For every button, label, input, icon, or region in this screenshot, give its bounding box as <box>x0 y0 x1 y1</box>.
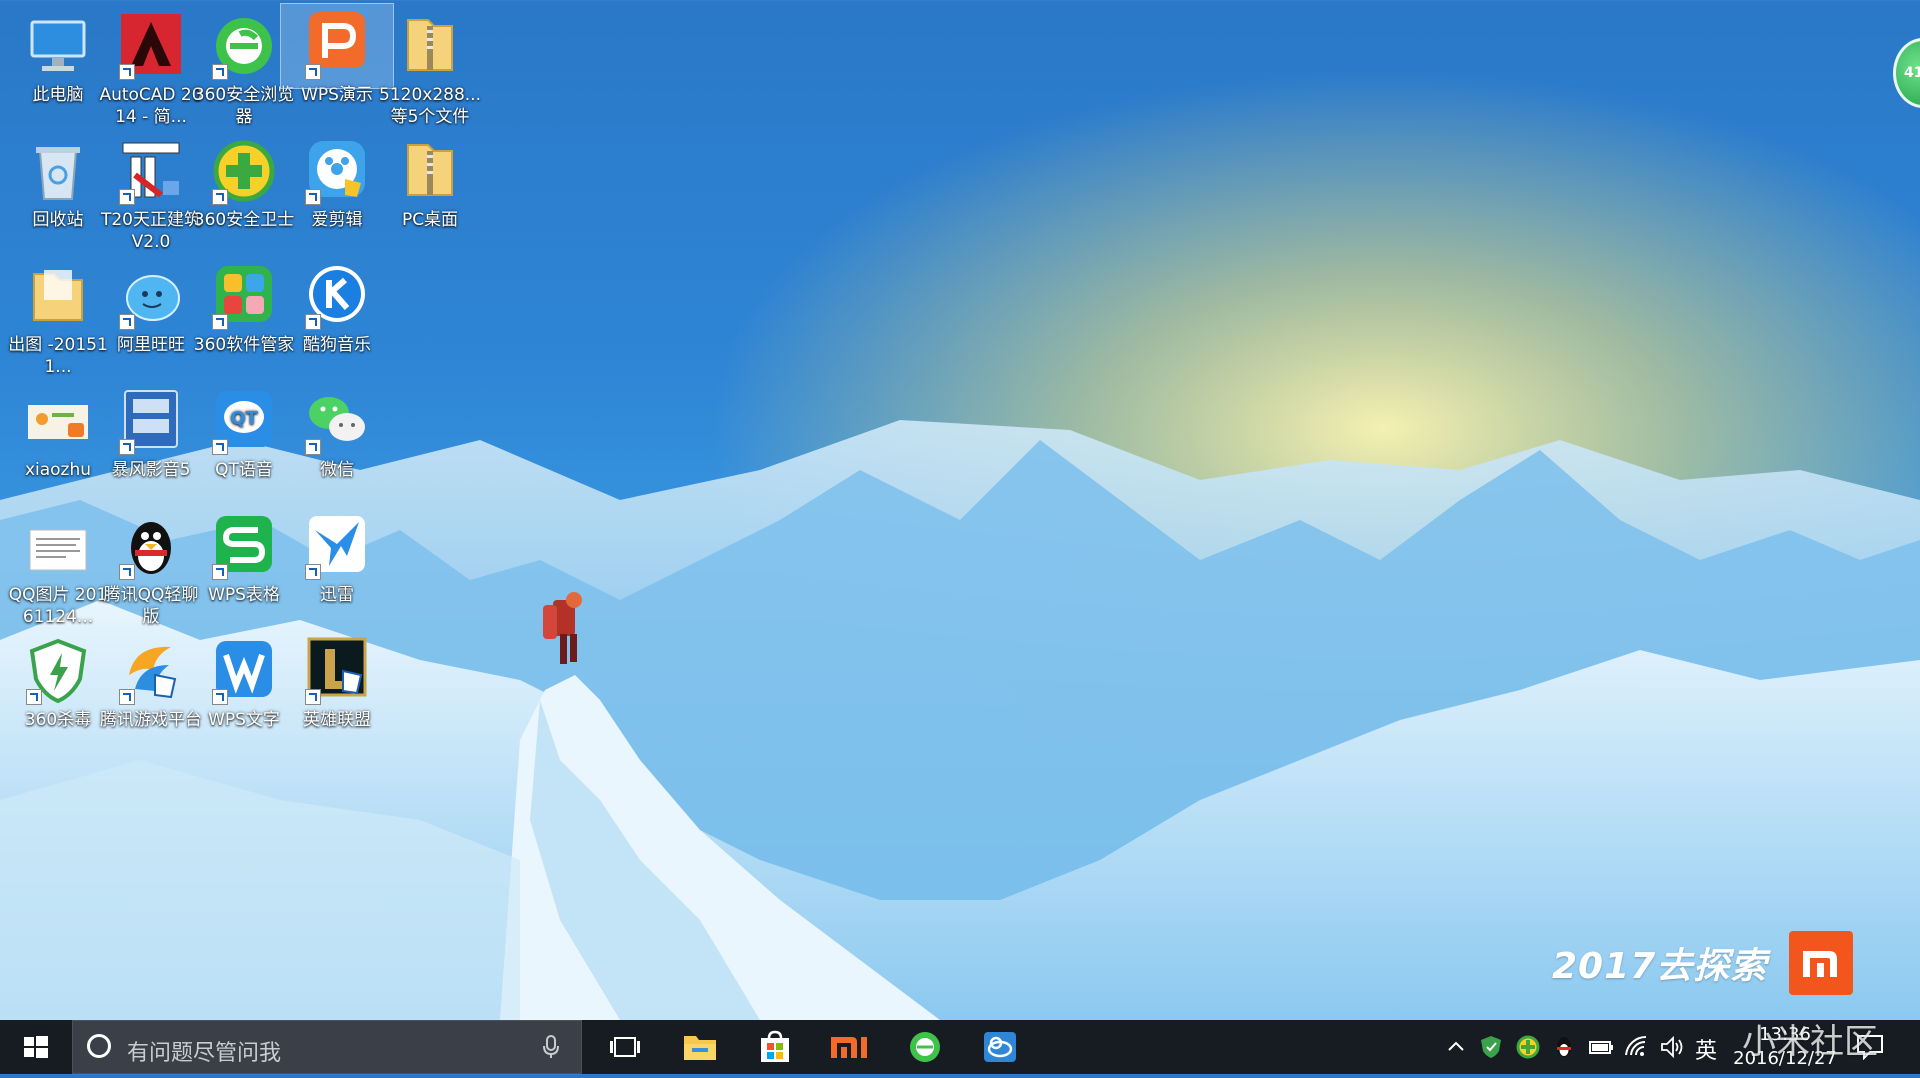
task-view-button[interactable] <box>590 1020 660 1074</box>
cortana-icon <box>87 1034 111 1058</box>
taskbar-file-explorer[interactable] <box>665 1020 735 1074</box>
computer-icon <box>22 10 94 82</box>
security-360-icon <box>208 135 280 207</box>
svg-text:QT: QT <box>230 408 258 429</box>
shortcut-arrow-icon <box>305 564 321 580</box>
shortcut-arrow-icon <box>119 314 135 330</box>
wifi-icon[interactable] <box>1624 1035 1650 1059</box>
start-button[interactable] <box>0 1020 72 1074</box>
browser-360-icon <box>208 10 280 82</box>
tray-360-guard-icon[interactable] <box>1516 1035 1540 1059</box>
shortcut-arrow-icon <box>212 189 228 205</box>
microphone-icon[interactable] <box>543 1035 559 1059</box>
zip-folder-icon <box>394 135 466 207</box>
document-image-icon <box>22 510 94 582</box>
mi-app-icon <box>831 1037 867 1058</box>
shortcut-arrow-icon <box>119 439 135 455</box>
image-file-icon <box>22 385 94 457</box>
store-icon <box>761 1030 789 1062</box>
antivirus-360-icon <box>22 635 94 707</box>
file-explorer-icon <box>684 1036 716 1060</box>
shortcut-arrow-icon <box>119 64 135 80</box>
folder-icon <box>22 260 94 332</box>
taskbar: 有问题尽管问我 英 13:36 2016/12/27 <box>0 1020 1920 1074</box>
autocad-icon <box>115 10 187 82</box>
taskbar-store[interactable] <box>740 1020 810 1074</box>
volume-icon[interactable] <box>1660 1035 1686 1059</box>
zip-folder-icon <box>394 10 466 82</box>
software-manager-icon <box>208 260 280 332</box>
task-view-icon <box>610 1037 640 1057</box>
wps-presentation-icon <box>301 10 373 82</box>
shortcut-arrow-icon <box>305 314 321 330</box>
mi-logo-mark <box>1803 951 1838 977</box>
tray-360-shield-icon[interactable] <box>1480 1035 1502 1059</box>
t20-architecture-icon <box>115 135 187 207</box>
shortcut-arrow-icon <box>305 689 321 705</box>
cortana-search-box[interactable]: 有问题尽管问我 <box>72 1020 582 1074</box>
shortcut-arrow-icon <box>119 564 135 580</box>
brand-slogan: 2017去探索 <box>1552 946 1768 987</box>
cloud-app-icon <box>984 1032 1016 1062</box>
input-method-indicator[interactable]: 英 <box>1695 1033 1717 1065</box>
taskbar-mi-app[interactable] <box>815 1020 885 1074</box>
kugou-music-icon <box>301 260 373 332</box>
mi-logo-icon <box>1789 931 1854 995</box>
shortcut-arrow-icon <box>305 189 321 205</box>
video-editor-icon <box>301 135 373 207</box>
media-player-icon <box>115 385 187 457</box>
watermark: 小米社区 <box>1742 1022 1878 1062</box>
taskbar-360-browser[interactable] <box>890 1020 960 1074</box>
desktop-icon-lol[interactable]: 英雄联盟 <box>281 629 393 777</box>
wps-spreadsheet-icon <box>208 510 280 582</box>
shortcut-arrow-icon <box>119 689 135 705</box>
tray-qq-icon[interactable] <box>1553 1035 1575 1059</box>
shortcut-arrow-icon <box>212 314 228 330</box>
speed-ball-value: 41 <box>1904 65 1920 81</box>
wallpaper-brand: 2017去探索 <box>1552 930 1854 996</box>
xunlei-bird-icon <box>301 510 373 582</box>
aliwangwang-icon <box>115 260 187 332</box>
qq-penguin-icon <box>115 510 187 582</box>
shortcut-arrow-icon <box>212 439 228 455</box>
shortcut-arrow-icon <box>212 564 228 580</box>
shortcut-arrow-icon <box>26 689 42 705</box>
desktop-icon-pc-desktop[interactable]: PC桌面 <box>374 129 486 277</box>
shortcut-arrow-icon <box>212 689 228 705</box>
wechat-icon <box>301 385 373 457</box>
taskbar-cloud-app[interactable] <box>965 1020 1035 1074</box>
show-hidden-icons-chevron-icon[interactable] <box>1446 1035 1466 1059</box>
windows-logo-icon <box>24 1036 48 1058</box>
browser-360-icon <box>910 1032 940 1062</box>
shortcut-arrow-icon <box>305 64 321 80</box>
league-of-legends-icon <box>301 635 373 707</box>
shortcut-arrow-icon <box>305 439 321 455</box>
battery-icon[interactable] <box>1588 1035 1614 1059</box>
qt-voice-icon: QT <box>208 385 280 457</box>
tencent-games-icon <box>115 635 187 707</box>
search-placeholder: 有问题尽管问我 <box>127 1041 282 1066</box>
shortcut-arrow-icon <box>119 189 135 205</box>
shortcut-arrow-icon <box>212 64 228 80</box>
wps-writer-icon <box>208 635 280 707</box>
recycle-bin-icon <box>22 135 94 207</box>
